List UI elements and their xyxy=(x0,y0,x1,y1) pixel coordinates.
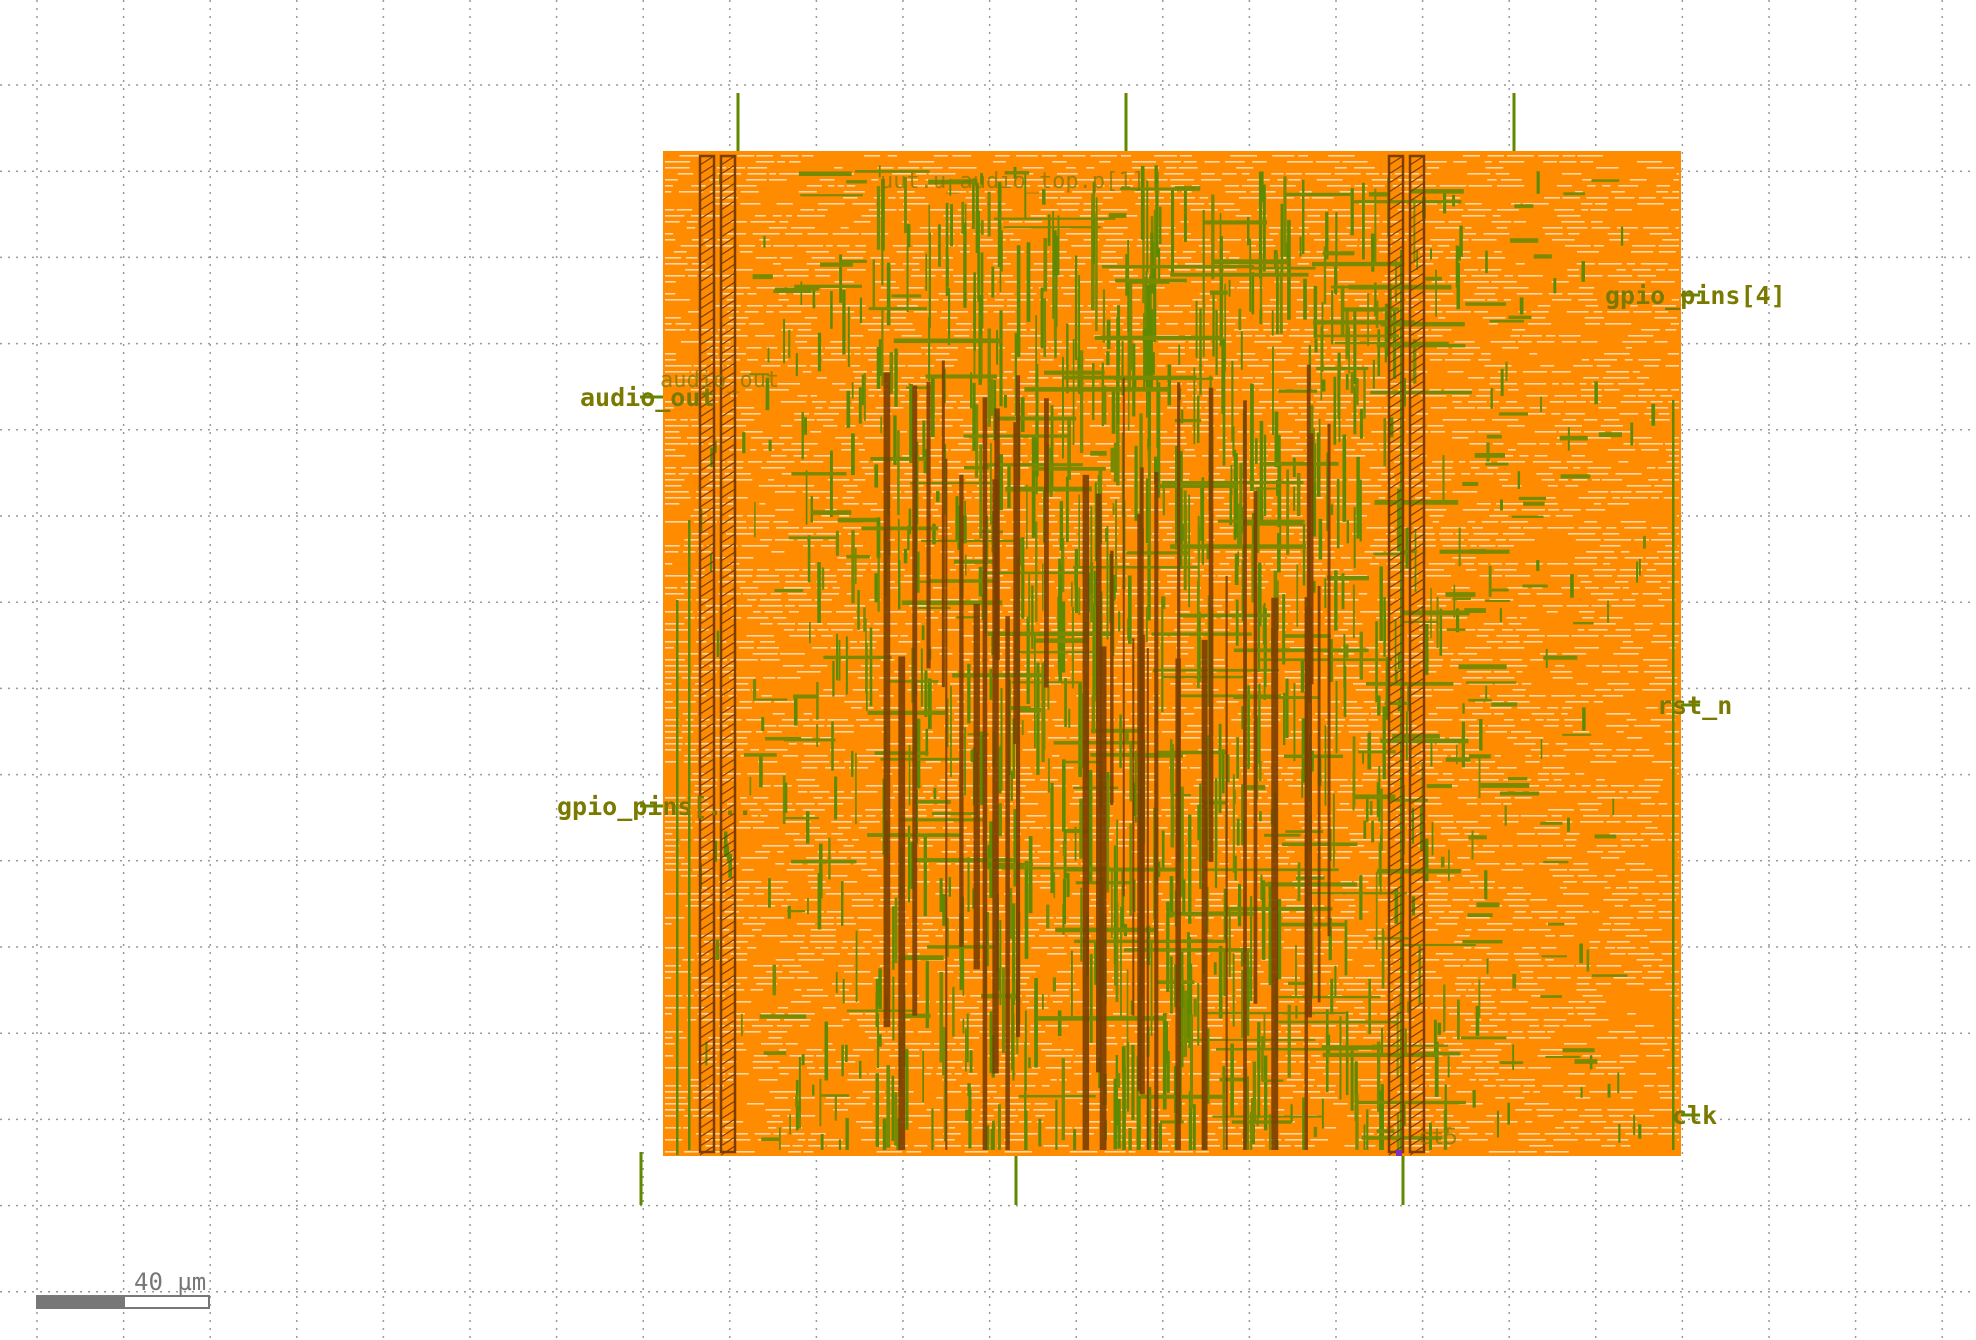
scale-bar-label: 40 µm xyxy=(134,1268,206,1296)
pin-label-clk[interactable]: clk xyxy=(1672,1101,1717,1130)
core-area xyxy=(663,151,1681,1156)
layout-canvas[interactable]: uut.u_audio_top.p[1] audio_out ct5 audio… xyxy=(0,0,1976,1340)
net-label-bottom: ct5 xyxy=(1418,1125,1458,1150)
pin-label-rst-n[interactable]: rst_n xyxy=(1657,691,1732,720)
net-label-top: uut.u_audio_top.p[1] xyxy=(880,169,1145,194)
pin-label-audio-out[interactable]: audio_out xyxy=(580,383,715,412)
pin-label-gpio-pins-4[interactable]: gpio_pins[4] xyxy=(1605,281,1786,310)
pin-label-gpio-pins-left[interactable]: gpio_pins[... xyxy=(557,792,753,821)
